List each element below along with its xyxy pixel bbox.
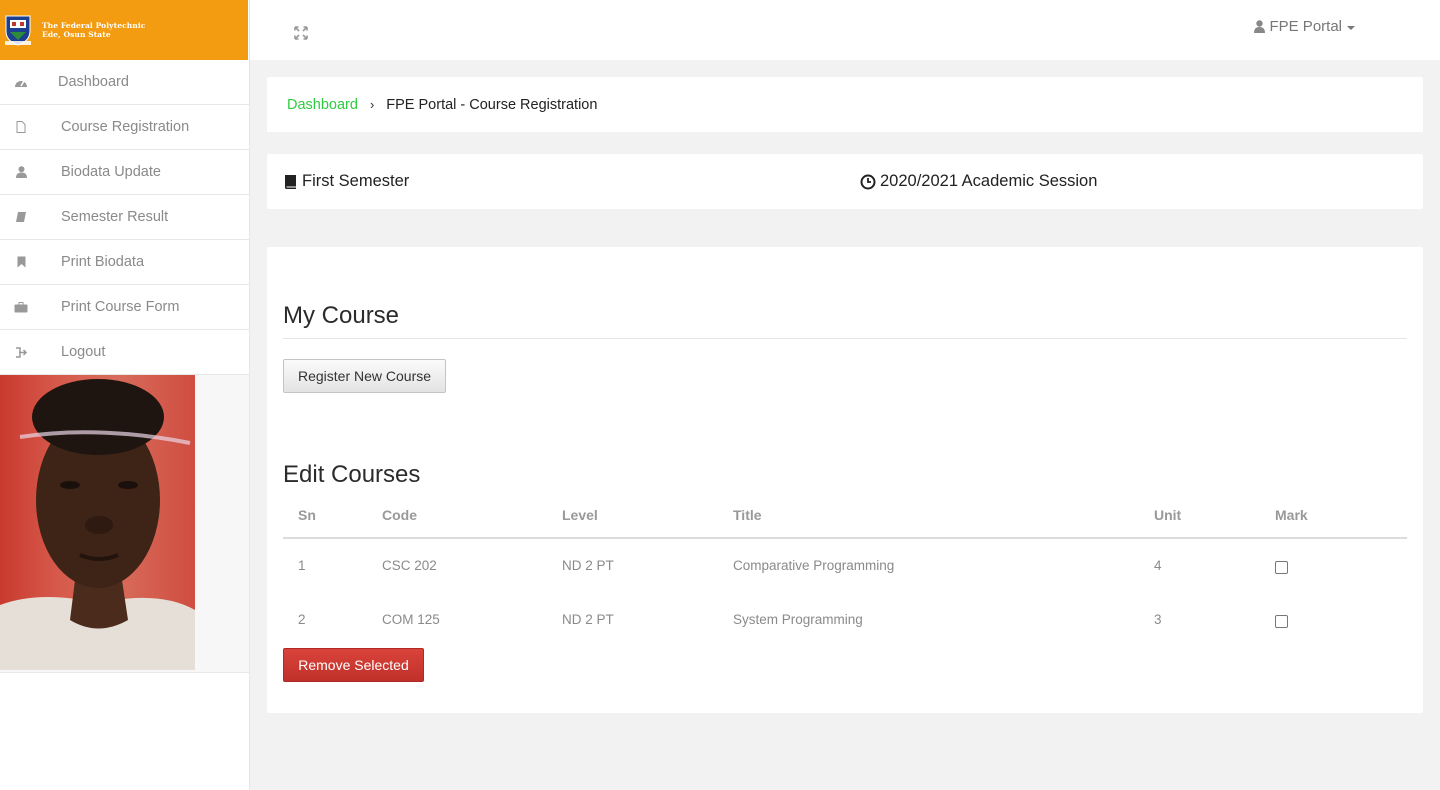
sidebar-item-label: Dashboard xyxy=(58,74,129,90)
sidebar-item-logout[interactable]: Logout xyxy=(0,330,249,375)
mark-checkbox[interactable] xyxy=(1275,561,1288,574)
register-new-course-button[interactable]: Register New Course xyxy=(283,359,446,393)
sign-out-icon xyxy=(14,345,28,359)
table-row: 2 COM 125 ND 2 PT System Programming 3 xyxy=(283,592,1407,646)
brand-line-1: The Federal Polytechnic xyxy=(42,21,146,30)
user-menu-dropdown[interactable]: FPE Portal xyxy=(1254,18,1355,35)
sidebar-item-dashboard[interactable]: Dashboard xyxy=(0,60,249,105)
column-header-level: Level xyxy=(562,492,733,539)
courses-table: Sn Code Level Title Unit Mark 1 CSC 202 … xyxy=(283,492,1407,646)
divider xyxy=(283,338,1407,339)
cell-unit: 4 xyxy=(1154,558,1162,573)
caret-down-icon xyxy=(1347,25,1355,30)
cell-mark xyxy=(1275,538,1407,592)
sidebar-item-label: Print Course Form xyxy=(61,299,180,315)
cell-level: ND 2 PT xyxy=(562,611,614,627)
dashboard-icon xyxy=(14,75,28,89)
academic-session-info: 2020/2021 Academic Session xyxy=(860,172,1097,191)
sidebar-item-label: Print Biodata xyxy=(61,254,145,270)
profile-photo-panel xyxy=(0,375,249,673)
student-photo xyxy=(0,375,195,670)
column-header-code: Code xyxy=(382,492,562,539)
top-navbar: FPE Portal xyxy=(250,0,1440,60)
sidebar-item-semester-result[interactable]: Semester Result xyxy=(0,195,249,240)
expand-icon[interactable] xyxy=(294,26,308,40)
book-icon xyxy=(285,174,296,189)
sidebar: The Federal Polytechnic Ede, Osun State … xyxy=(0,0,250,790)
my-course-heading: My Course xyxy=(283,302,400,329)
table-header-row: Sn Code Level Title Unit Mark xyxy=(283,492,1407,539)
sidebar-item-course-registration[interactable]: Course Registration xyxy=(0,105,249,150)
briefcase-icon xyxy=(14,300,28,314)
course-registration-panel: My Course Register New Course Edit Cours… xyxy=(267,247,1423,713)
cell-sn: 1 xyxy=(298,558,306,573)
polytechnic-logo-icon xyxy=(5,15,31,46)
cell-code: COM 125 xyxy=(382,611,440,627)
breadcrumb-current: FPE Portal - Course Registration xyxy=(386,96,598,113)
cell-code: CSC 202 xyxy=(382,558,437,573)
sidebar-item-label: Logout xyxy=(61,344,106,360)
column-header-mark: Mark xyxy=(1275,492,1407,539)
column-header-unit: Unit xyxy=(1154,492,1275,539)
clock-icon xyxy=(860,174,876,189)
cell-title: System Programming xyxy=(733,611,863,627)
student-portrait-image xyxy=(0,379,195,670)
sidebar-item-label: Course Registration xyxy=(61,119,190,135)
user-icon xyxy=(14,165,28,179)
academic-session-label: 2020/2021 Academic Session xyxy=(880,172,1098,190)
user-menu-label: FPE Portal xyxy=(1269,18,1342,35)
cell-level: ND 2 PT xyxy=(562,558,614,573)
sidebar-item-label: Biodata Update xyxy=(61,164,161,180)
session-info-card: First Semester 2020/2021 Academic Sessio… xyxy=(267,154,1423,209)
breadcrumb: Dashboard › FPE Portal - Course Registra… xyxy=(267,77,1423,132)
column-header-sn: Sn xyxy=(283,492,382,539)
remove-selected-button[interactable]: Remove Selected xyxy=(283,648,424,682)
cell-mark xyxy=(1275,592,1407,646)
column-header-title: Title xyxy=(733,492,1154,539)
file-icon xyxy=(14,120,28,134)
semester-info: First Semester xyxy=(284,172,409,191)
sidebar-item-label: Semester Result xyxy=(61,209,169,225)
cell-unit: 3 xyxy=(1154,611,1162,627)
table-row: 1 CSC 202 ND 2 PT Comparative Programmin… xyxy=(283,538,1407,592)
brand-header[interactable]: The Federal Polytechnic Ede, Osun State xyxy=(0,0,248,60)
cell-sn: 2 xyxy=(298,611,306,627)
edit-courses-heading: Edit Courses xyxy=(283,461,421,488)
breadcrumb-dashboard-link[interactable]: Dashboard xyxy=(287,97,358,113)
sidebar-item-biodata-update[interactable]: Biodata Update xyxy=(0,150,249,195)
book-icon xyxy=(14,210,28,224)
bookmark-icon xyxy=(14,255,28,269)
sidebar-item-print-biodata[interactable]: Print Biodata xyxy=(0,240,249,285)
user-icon xyxy=(1254,20,1266,33)
brand-title: The Federal Polytechnic Ede, Osun State xyxy=(42,21,145,39)
mark-checkbox[interactable] xyxy=(1275,614,1288,628)
semester-label: First Semester xyxy=(302,172,410,190)
sidebar-item-print-course-form[interactable]: Print Course Form xyxy=(0,285,249,330)
cell-title: Comparative Programming xyxy=(733,558,895,573)
brand-line-2: Ede, Osun State xyxy=(42,30,111,39)
chevron-right-icon: › xyxy=(369,97,375,112)
